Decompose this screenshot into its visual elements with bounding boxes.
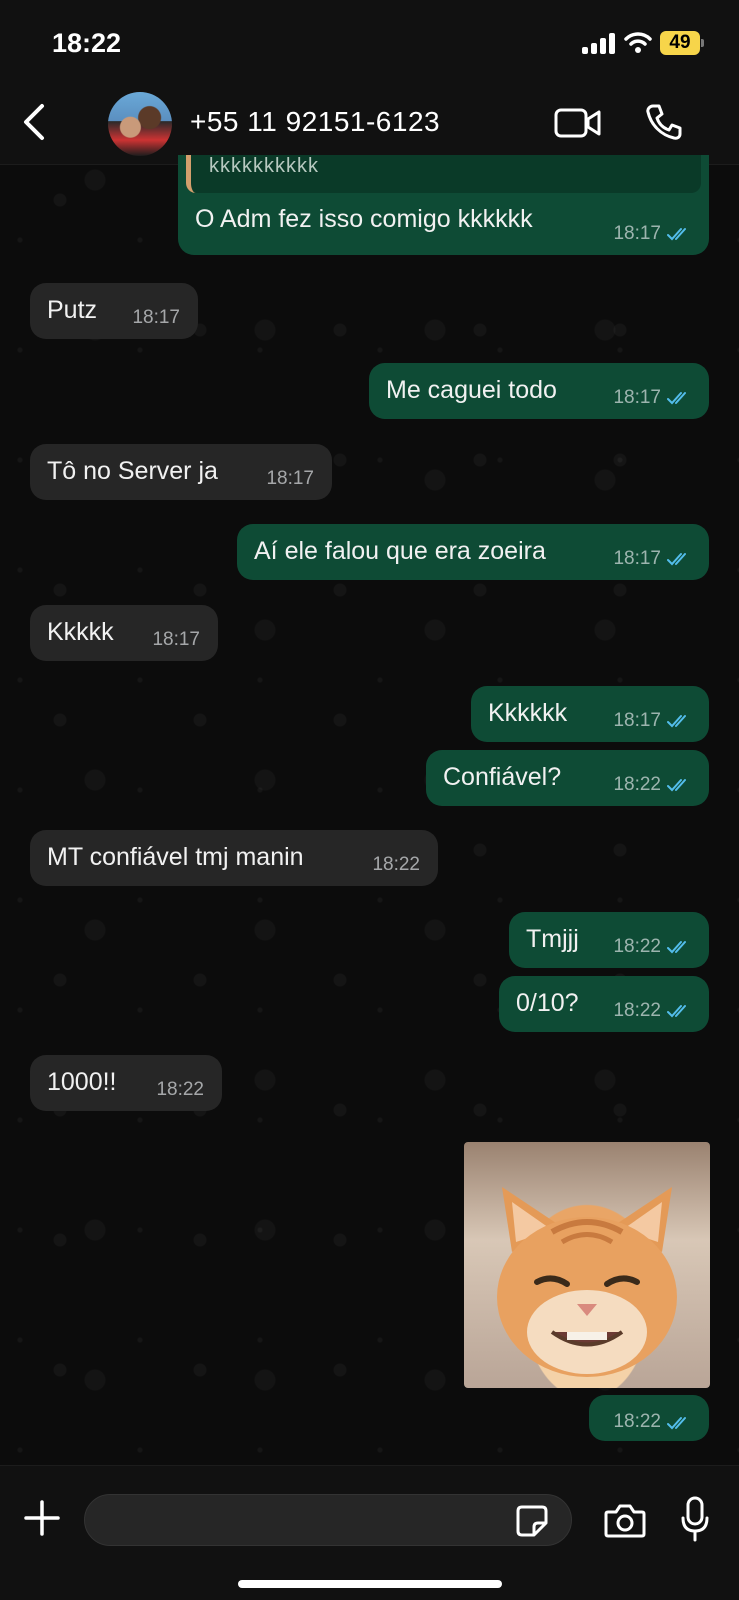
avatar[interactable] (108, 92, 172, 156)
read-receipt-icon (667, 1417, 686, 1430)
message-input[interactable] (84, 1494, 572, 1546)
message-bubble-incoming[interactable]: Kkkkk 18:17 (30, 605, 218, 661)
message-text: Kkkkk (47, 618, 114, 646)
message-text: Tmjjj (526, 925, 579, 953)
message-time: 18:22 (372, 854, 420, 875)
read-receipt-icon (667, 715, 686, 728)
message-time: 18:22 (156, 1079, 204, 1100)
image-caption-bubble[interactable]: 18:22 (589, 1395, 709, 1441)
chat-header: +55 11 92151-6123 (0, 80, 739, 165)
message-bubble-outgoing[interactable]: Me caguei todo 18:17 (369, 363, 709, 419)
read-receipt-icon (667, 228, 686, 241)
message-bubble-incoming[interactable]: 1000!! 18:22 (30, 1055, 222, 1111)
message-bubble-outgoing[interactable]: Kkkkkk 18:17 (471, 686, 709, 742)
message-bubble-outgoing[interactable]: Confiável? 18:22 (426, 750, 709, 806)
message-bubble-outgoing[interactable]: Tmjjj 18:22 (509, 912, 709, 968)
message-time: 18:17 (613, 387, 661, 408)
composer-bar (0, 1465, 739, 1600)
back-icon[interactable] (18, 102, 50, 142)
message-text: Tô no Server ja (47, 457, 218, 485)
read-receipt-icon (667, 779, 686, 792)
message-time: 18:17 (266, 468, 314, 489)
read-receipt-icon (667, 1005, 686, 1018)
read-receipt-icon (667, 392, 686, 405)
message-text: O Adm fez isso comigo kkkkkk (195, 205, 533, 233)
message-text: Confiável? (443, 763, 562, 791)
message-time: 18:17 (152, 629, 200, 650)
message-bubble-incoming[interactable]: Putz 18:17 (30, 283, 198, 339)
message-bubble-outgoing[interactable]: kkkkkkkkkk O Adm fez isso comigo kkkkkk … (178, 155, 709, 255)
read-receipt-icon (667, 553, 686, 566)
status-bar: 18:22 49 (0, 0, 739, 80)
signal-icon (582, 32, 616, 54)
cat-face-image (497, 1187, 677, 1377)
home-indicator (238, 1580, 502, 1588)
read-receipt-icon (667, 941, 686, 954)
message-time: 18:17 (613, 710, 661, 731)
quoted-text: kkkkkkkkkk (209, 155, 319, 177)
message-text: MT confiável tmj manin (47, 843, 304, 871)
message-time: 18:17 (613, 548, 661, 569)
message-bubble-outgoing[interactable]: Aí ele falou que era zoeira 18:17 (237, 524, 709, 580)
smiling-cat-photo[interactable] (464, 1142, 710, 1388)
message-time: 18:22 (613, 1411, 661, 1432)
voice-call-icon[interactable] (644, 102, 684, 142)
message-text: 0/10? (516, 989, 579, 1017)
message-text: Kkkkkk (488, 699, 568, 727)
message-bubble-incoming[interactable]: MT confiável tmj manin 18:22 (30, 830, 438, 886)
message-time: 18:17 (132, 307, 180, 328)
sticker-icon[interactable] (516, 1505, 548, 1537)
message-time: 18:22 (613, 1000, 661, 1021)
message-text: 1000!! (47, 1068, 117, 1096)
video-call-icon[interactable] (554, 106, 602, 140)
plus-icon[interactable] (22, 1498, 62, 1538)
status-time: 18:22 (52, 28, 122, 58)
message-text: Putz (47, 296, 98, 324)
quoted-message[interactable]: kkkkkkkkkk (186, 155, 701, 193)
battery-level: 49 (669, 32, 691, 53)
message-bubble-outgoing[interactable]: 0/10? 18:22 (499, 976, 709, 1032)
message-bubble-incoming[interactable]: Tô no Server ja 18:17 (30, 444, 332, 500)
wifi-icon (624, 32, 652, 53)
message-time: 18:17 (613, 223, 661, 244)
message-text: Aí ele falou que era zoeira (254, 537, 546, 565)
microphone-icon[interactable] (680, 1496, 710, 1542)
contact-name[interactable]: +55 11 92151-6123 (190, 106, 440, 138)
battery-icon: 49 (660, 31, 704, 55)
message-text: Me caguei todo (386, 376, 557, 404)
message-time: 18:22 (613, 936, 661, 957)
message-time: 18:22 (613, 774, 661, 795)
camera-icon[interactable] (604, 1502, 646, 1538)
